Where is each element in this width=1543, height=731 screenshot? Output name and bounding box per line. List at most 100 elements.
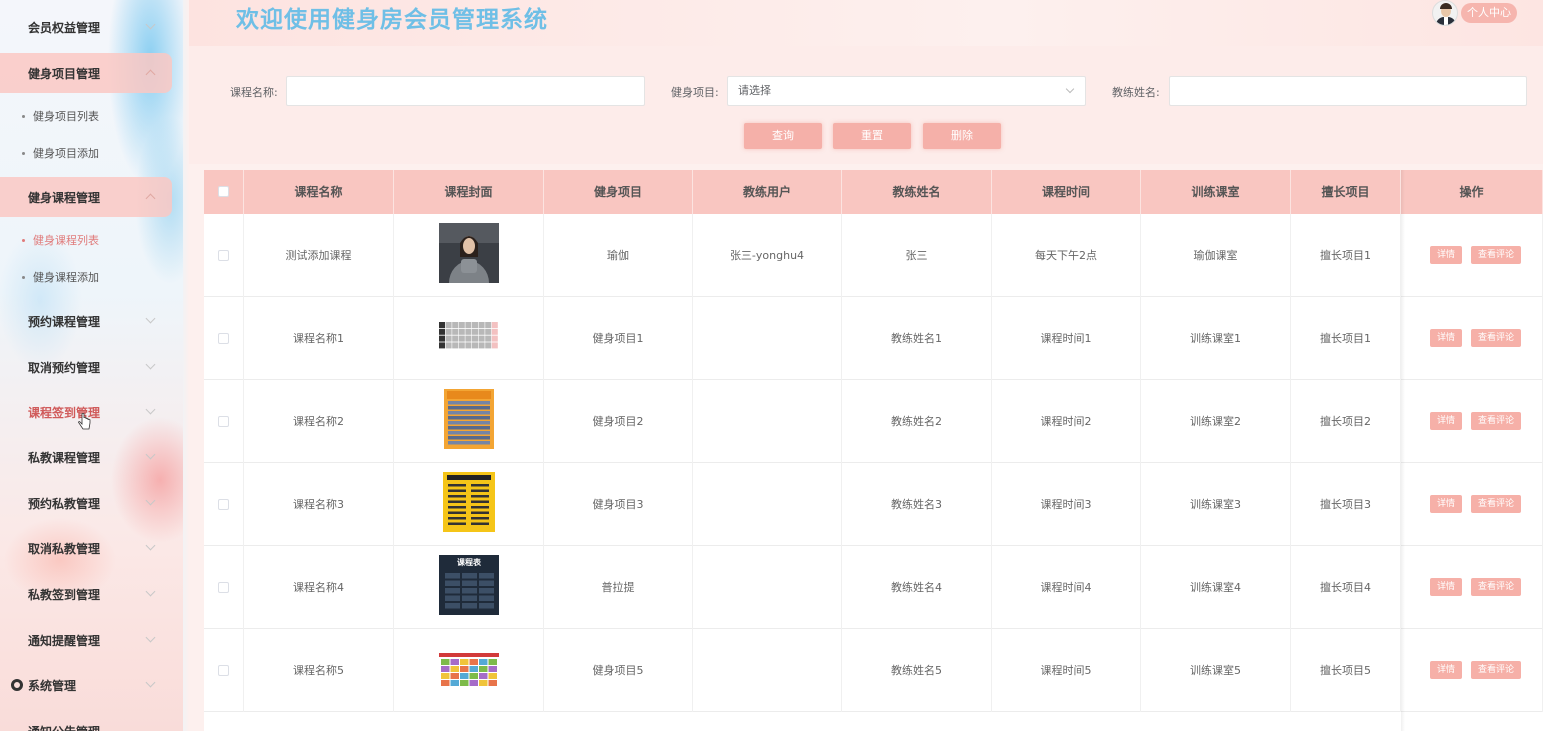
cell-specialty: 擅长项目4 (1291, 546, 1401, 629)
cell-actions: 详情 查看评论 (1401, 629, 1543, 712)
grid-icon (11, 67, 23, 79)
profile-center-button[interactable]: 个人中心 (1461, 3, 1517, 23)
grid-icon (11, 725, 23, 731)
cover-thumbnail[interactable] (439, 472, 499, 532)
grid-icon (11, 497, 23, 509)
view-comments-button[interactable]: 查看评论 (1471, 578, 1521, 596)
menu-label: 私教签到管理 (28, 587, 101, 602)
table-row: 课程名称1 健身项目1 教练姓名1 课程时间1 训练课室1 擅长项目1 详情 查看评论 (204, 297, 1543, 380)
row-checkbox[interactable] (218, 416, 229, 427)
grid-icon (11, 191, 23, 203)
menu-booking-private[interactable]: 预约私教管理 (0, 483, 172, 523)
cell-course-name: 测试添加课程 (244, 214, 394, 297)
coach-name-input[interactable] (1169, 76, 1527, 106)
cell-actions: 详情 查看评论 (1401, 380, 1543, 463)
row-checkbox[interactable] (218, 665, 229, 676)
menu-member-benefits[interactable]: 会员权益管理 (0, 7, 172, 47)
project-label: 健身项目: (671, 86, 719, 99)
row-checkbox[interactable] (218, 582, 229, 593)
grid-icon (11, 21, 23, 33)
delete-button[interactable]: 删除 (923, 123, 1001, 149)
submenu-project-add[interactable]: 健身项目添加 (0, 136, 172, 170)
cell-select (204, 463, 244, 546)
view-comments-button[interactable]: 查看评论 (1471, 661, 1521, 679)
select-all-checkbox[interactable] (218, 186, 229, 197)
avatar[interactable] (1432, 0, 1458, 26)
page-title: 欢迎使用健身房会员管理系统 (236, 7, 548, 33)
menu-label: 会员权益管理 (28, 20, 101, 35)
menu-private-course[interactable]: 私教课程管理 (0, 437, 172, 477)
menu-notify[interactable]: 通知提醒管理 (0, 620, 172, 660)
submenu-label: 健身课程添加 (33, 271, 99, 284)
cell-coach-user (693, 629, 842, 712)
menu-cancel-private[interactable]: 取消私教管理 (0, 528, 172, 568)
col-actions: 操作 (1401, 170, 1543, 214)
cell-course-name: 课程名称2 (244, 380, 394, 463)
detail-button[interactable]: 详情 (1430, 661, 1462, 679)
col-project: 健身项目 (544, 170, 693, 214)
detail-button[interactable]: 详情 (1430, 329, 1462, 347)
menu-private-checkin[interactable]: 私教签到管理 (0, 574, 172, 614)
menu-booking-course[interactable]: 预约课程管理 (0, 301, 172, 341)
project-select[interactable]: 请选择 (727, 76, 1086, 106)
cell-coach-name: 教练姓名2 (842, 380, 992, 463)
menu-fitness-project[interactable]: 健身项目管理 (0, 53, 172, 93)
row-checkbox[interactable] (218, 250, 229, 261)
detail-button[interactable]: 详情 (1430, 578, 1462, 596)
course-name-label: 课程名称: (230, 86, 278, 99)
menu-fitness-course[interactable]: 健身课程管理 (0, 177, 172, 217)
cover-thumbnail[interactable] (439, 306, 499, 366)
chevron-down-icon (145, 313, 156, 324)
view-comments-button[interactable]: 查看评论 (1471, 495, 1521, 513)
detail-button[interactable]: 详情 (1430, 412, 1462, 430)
table-row: 课程名称4 课程表 普拉提 教练姓名4 课程时间4 训练课室4 擅长项目4 详情 查看评论 (204, 546, 1543, 629)
menu-system[interactable]: 系统管理 (0, 665, 172, 705)
menu-label: 预约课程管理 (28, 314, 101, 329)
menu-announcement[interactable]: 通知公告管理 (0, 711, 172, 731)
detail-button[interactable]: 详情 (1430, 246, 1462, 264)
bullet-icon (22, 114, 25, 118)
cell-room: 训练课室3 (1141, 463, 1291, 546)
cover-thumbnail[interactable] (439, 223, 499, 283)
cell-actions: 详情 查看评论 (1401, 214, 1543, 297)
cell-coach-name: 教练姓名5 (842, 629, 992, 712)
view-comments-button[interactable]: 查看评论 (1471, 246, 1521, 264)
chevron-down-icon (145, 19, 156, 30)
col-room: 训练课室 (1141, 170, 1291, 214)
col-coach-name: 教练姓名 (842, 170, 992, 214)
row-checkbox[interactable] (218, 499, 229, 510)
grid-icon (11, 451, 23, 463)
coach-name-label: 教练姓名: (1112, 86, 1160, 99)
chevron-up-icon (145, 69, 156, 80)
cell-cover: 课程表 (394, 546, 544, 629)
menu-label: 取消私教管理 (28, 541, 101, 556)
cell-coach-name: 教练姓名1 (842, 297, 992, 380)
cover-thumbnail[interactable]: 课程表 (439, 555, 499, 615)
submenu-course-list[interactable]: 健身课程列表 (0, 223, 172, 257)
row-checkbox[interactable] (218, 333, 229, 344)
table-row: 课程名称2 健身项目2 教练姓名2 课程时间2 训练课室2 擅长项目2 详情 查看评论 (204, 380, 1543, 463)
submenu-project-list[interactable]: 健身项目列表 (0, 99, 172, 133)
cell-cover (394, 214, 544, 297)
detail-button[interactable]: 详情 (1430, 495, 1462, 513)
cell-time: 课程时间4 (992, 546, 1141, 629)
view-comments-button[interactable]: 查看评论 (1471, 412, 1521, 430)
cell-actions: 详情 查看评论 (1401, 463, 1543, 546)
view-comments-button[interactable]: 查看评论 (1471, 329, 1521, 347)
cell-actions: 详情 查看评论 (1401, 546, 1543, 629)
grid-icon (11, 406, 23, 418)
col-cover: 课程封面 (394, 170, 544, 214)
cell-course-name: 课程名称3 (244, 463, 394, 546)
query-button[interactable]: 查询 (744, 123, 822, 149)
cell-specialty: 擅长项目1 (1291, 297, 1401, 380)
cover-thumbnail[interactable] (439, 389, 499, 449)
chevron-up-icon (145, 193, 156, 204)
reset-button[interactable]: 重置 (833, 123, 911, 149)
grid-icon (11, 588, 23, 600)
cell-room: 训练课室1 (1141, 297, 1291, 380)
cell-actions: 详情 查看评论 (1401, 297, 1543, 380)
submenu-course-add[interactable]: 健身课程添加 (0, 260, 172, 294)
menu-cancel-booking[interactable]: 取消预约管理 (0, 347, 172, 387)
cover-thumbnail[interactable] (439, 638, 499, 698)
course-name-input[interactable] (286, 76, 645, 106)
